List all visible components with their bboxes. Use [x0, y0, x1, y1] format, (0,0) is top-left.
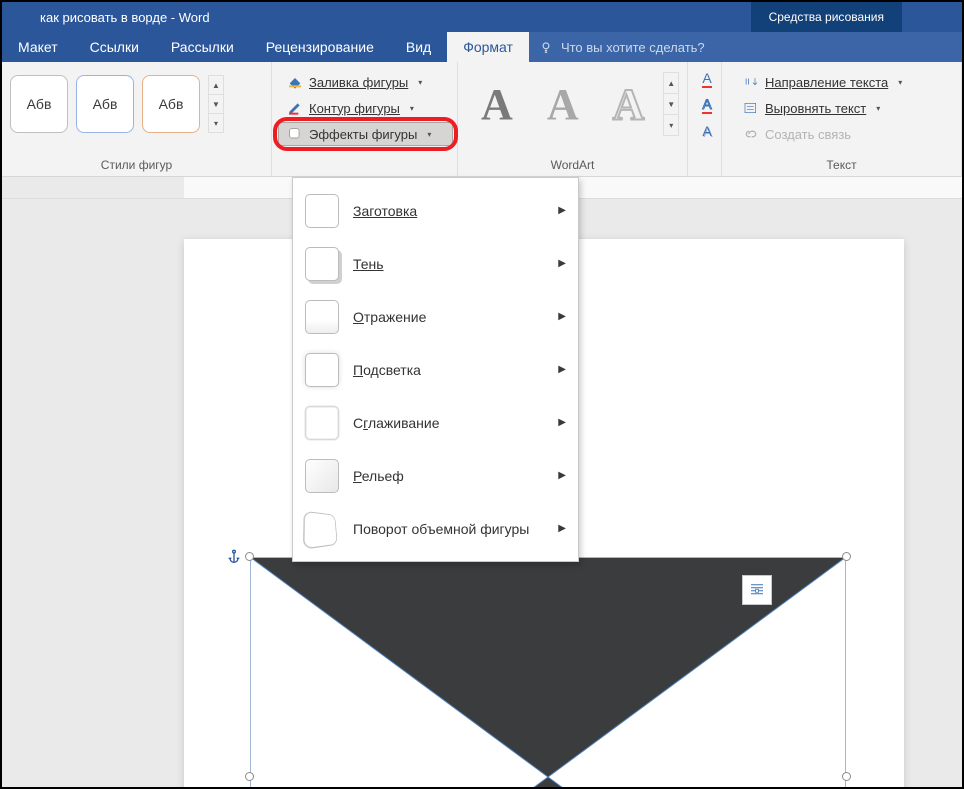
- shape-fill-label: Заливка фигуры: [309, 75, 408, 90]
- shape-outline-label: Контур фигуры: [309, 101, 400, 116]
- tab-layout[interactable]: Макет: [2, 32, 74, 62]
- shape-style-thumb-1[interactable]: Абв: [10, 75, 68, 133]
- shape-effects-label: Эффекты фигуры: [309, 127, 417, 142]
- group-wordart: A A A ▲▼▾ WordArt: [458, 62, 688, 176]
- menu-shadow[interactable]: Тень ▶: [293, 237, 578, 290]
- align-text-icon: [743, 100, 759, 116]
- resize-handle-mr[interactable]: [842, 772, 851, 781]
- resize-handle-tl[interactable]: [245, 552, 254, 561]
- preset-icon: [305, 194, 339, 228]
- group-text-icons: A A A: [688, 62, 722, 176]
- menu-bevel[interactable]: Рельеф ▶: [293, 449, 578, 502]
- wordart-style-3[interactable]: A: [598, 72, 660, 136]
- resize-handle-tr[interactable]: [842, 552, 851, 561]
- group-label-text: Текст: [722, 158, 961, 172]
- window-title: как рисовать в ворде - Word: [2, 10, 210, 25]
- reflection-icon: [305, 300, 339, 334]
- create-link-button: Создать связь: [734, 122, 949, 146]
- shape-outline-button[interactable]: Контур фигуры ▾: [278, 96, 453, 120]
- pen-icon: [287, 100, 303, 116]
- bevel-icon: [305, 459, 339, 493]
- text-outline-icon-button[interactable]: A: [696, 94, 718, 116]
- menu-3d-rotation[interactable]: Поворот объемной фигуры ▶: [293, 502, 578, 555]
- text-direction-button[interactable]: II Направление текста ▾: [734, 70, 949, 94]
- wordart-gallery-scroll[interactable]: ▲▼▾: [663, 72, 679, 136]
- shape-effects-button[interactable]: Эффекты фигуры ▾: [278, 122, 453, 146]
- tell-me-placeholder: Что вы хотите сделать?: [561, 40, 705, 55]
- tab-format[interactable]: Формат: [447, 32, 529, 62]
- create-link-label: Создать связь: [765, 127, 851, 142]
- rotation-3d-icon: [303, 510, 338, 549]
- resize-handle-ml[interactable]: [245, 772, 254, 781]
- group-shape-styles: Абв Абв Абв ▲▼▾ Стили фигур: [2, 62, 272, 176]
- link-icon: [743, 126, 759, 142]
- text-effects-icon-button[interactable]: A: [696, 120, 718, 142]
- text-direction-icon: II: [743, 74, 759, 90]
- tab-view[interactable]: Вид: [390, 32, 447, 62]
- group-label-wordart: WordArt: [458, 158, 687, 172]
- text-fill-icon-button[interactable]: A: [696, 68, 718, 90]
- menu-glow[interactable]: Подсветка ▶: [293, 343, 578, 396]
- menu-preset[interactable]: Заготовка ▶: [293, 184, 578, 237]
- menu-reflection[interactable]: Отражение ▶: [293, 290, 578, 343]
- layout-options-button[interactable]: [742, 575, 772, 605]
- group-shape-style-buttons: Заливка фигуры ▾ Контур фигуры ▾ Эффекты…: [272, 62, 457, 176]
- tell-me-search[interactable]: Что вы хотите сделать?: [529, 32, 962, 62]
- glow-icon: [305, 353, 339, 387]
- contextual-tab-drawing-tools: Средства рисования: [751, 2, 902, 32]
- effects-icon: [287, 126, 303, 142]
- tab-references[interactable]: Ссылки: [74, 32, 155, 62]
- layout-options-icon: [748, 581, 766, 599]
- tab-mailings[interactable]: Рассылки: [155, 32, 250, 62]
- align-text-button[interactable]: Выровнять текст ▾: [734, 96, 949, 120]
- group-text: II Направление текста ▾ Выровнять текст …: [722, 62, 962, 176]
- shape-fill-button[interactable]: Заливка фигуры ▾: [278, 70, 453, 94]
- wordart-style-2[interactable]: A: [532, 72, 594, 136]
- soft-edges-icon: [305, 406, 339, 440]
- bulb-icon: [539, 40, 553, 54]
- svg-text:II: II: [745, 78, 749, 87]
- anchor-icon: [226, 548, 242, 571]
- text-direction-label: Направление текста: [765, 75, 888, 90]
- shape-style-thumb-3[interactable]: Абв: [142, 75, 200, 133]
- wordart-style-1[interactable]: A: [466, 72, 528, 136]
- menu-soft-edges[interactable]: Сглаживание ▶: [293, 396, 578, 449]
- shadow-icon: [305, 247, 339, 281]
- tab-review[interactable]: Рецензирование: [250, 32, 390, 62]
- shape-effects-menu: Заготовка ▶ Тень ▶ Отражение ▶ Подсветка…: [292, 177, 579, 562]
- paint-bucket-icon: [287, 74, 303, 90]
- align-text-label: Выровнять текст: [765, 101, 866, 116]
- shape-style-gallery-scroll[interactable]: ▲▼▾: [208, 75, 224, 133]
- shape-style-thumb-2[interactable]: Абв: [76, 75, 134, 133]
- group-label-shape-styles: Стили фигур: [2, 158, 271, 172]
